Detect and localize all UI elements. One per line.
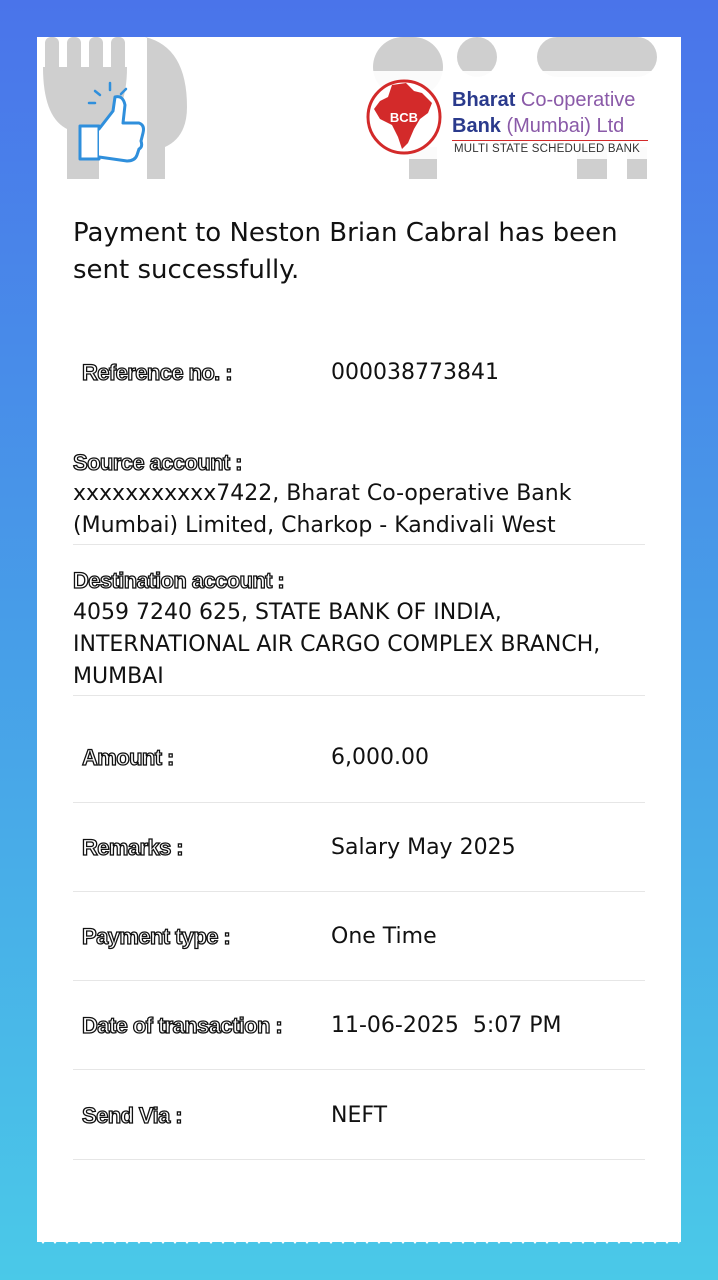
- divider: [73, 1159, 645, 1160]
- divider: [73, 980, 645, 981]
- destination-account-label: Destination account :: [72, 567, 285, 593]
- bank-name: Bharat Co-operative Bank (Mumbai) Ltd: [452, 87, 635, 139]
- divider: [73, 695, 645, 696]
- transaction-date-value: 11-06-2025 5:07 PM: [331, 1013, 562, 1038]
- bank-name-mumbai: (Mumbai): [506, 115, 591, 137]
- receipt-zigzag-edge: [37, 1236, 681, 1244]
- bank-logo: BCB Bharat Co-operative Bank (Mumbai) Lt…: [360, 71, 655, 159]
- source-account-label: Source account :: [72, 449, 243, 475]
- send-via-label: Send Via :: [81, 1102, 183, 1128]
- bank-tagline: MULTI STATE SCHEDULED BANK: [454, 143, 641, 155]
- bank-name-ltd: Ltd: [596, 115, 625, 137]
- receipt-header: BCB Bharat Co-operative Bank (Mumbai) Lt…: [37, 37, 681, 179]
- send-via-value: NEFT: [331, 1103, 388, 1128]
- divider: [73, 544, 645, 545]
- transaction-date-label: Date of transaction :: [81, 1012, 283, 1038]
- bank-name-bharat: Bharat: [452, 89, 516, 111]
- amount-value: 6,000.00: [331, 745, 429, 770]
- divider: [73, 891, 645, 892]
- reference-value: 000038773841: [331, 360, 499, 385]
- divider: [73, 802, 645, 803]
- thumbs-up-icon: [78, 81, 145, 163]
- remarks-label: Remarks :: [81, 834, 184, 860]
- bank-emblem-icon: BCB: [366, 79, 442, 155]
- bank-name-bank: Bank: [452, 115, 501, 137]
- divider: [73, 1069, 645, 1070]
- payment-type-label: Payment type :: [81, 923, 231, 949]
- payment-success-title: Payment to Neston Brian Cabral has been …: [73, 218, 618, 285]
- amount-label: Amount :: [81, 744, 175, 770]
- source-account-value: xxxxxxxxxxx7422, Bharat Co-operative Ban…: [73, 481, 572, 538]
- remarks-value: Salary May 2025: [331, 835, 516, 860]
- bank-emblem-text: BCB: [390, 110, 418, 125]
- reference-label: Reference no. :: [81, 359, 233, 385]
- bank-logo-rule: [452, 140, 648, 141]
- payment-type-value: One Time: [331, 924, 437, 949]
- destination-account-value: 4059 7240 625, STATE BANK OF INDIA, INTE…: [73, 600, 601, 689]
- bank-name-cooperative: Co-operative: [520, 89, 636, 111]
